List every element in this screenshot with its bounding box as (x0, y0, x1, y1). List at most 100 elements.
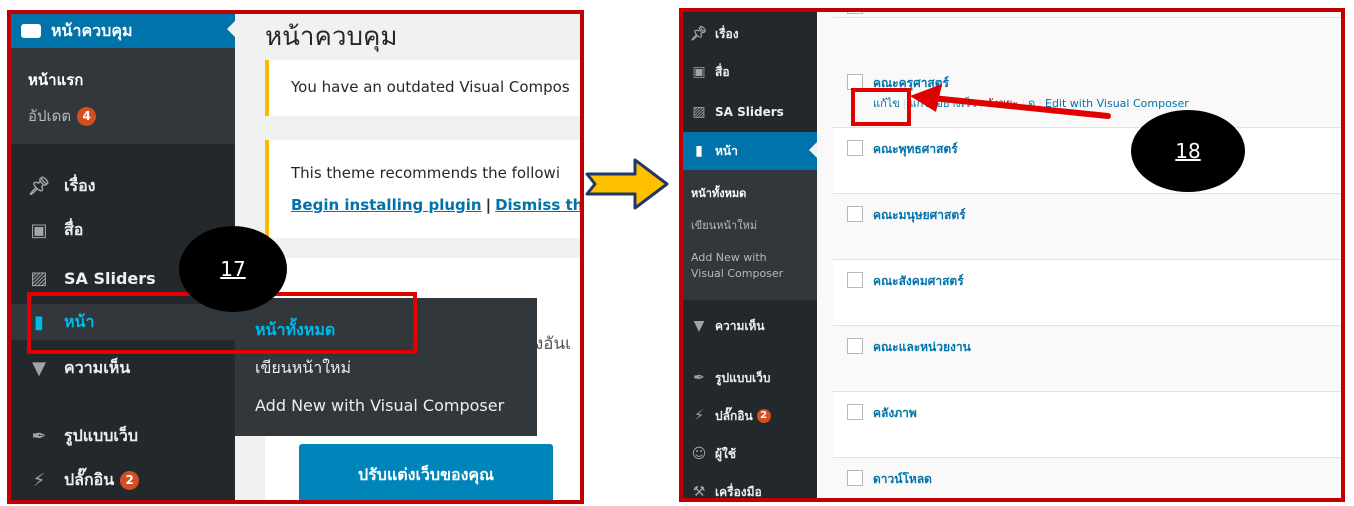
menu-media-label: สื่อ (715, 64, 730, 79)
dashboard-submenu: หน้าแรก อัปเดต 4 (11, 48, 235, 144)
row-checkbox[interactable] (847, 470, 863, 486)
submenu-home[interactable]: หน้าแรก (28, 68, 83, 92)
notice-link-separator: | (485, 196, 492, 214)
plugin-icon: ⚡︎ (694, 408, 704, 424)
media-icon: ▣ (30, 219, 48, 241)
menu-plugins-right[interactable]: ⚡︎ ปลั๊กอิน 2 (683, 398, 817, 434)
step-callout-18: 18 (1131, 110, 1245, 192)
updates-count-badge: 4 (77, 106, 97, 126)
page-title-link[interactable]: คณะสังคมศาสตร์ (873, 272, 964, 291)
highlight-box-edit (851, 88, 911, 126)
menu-users-label: ผู้ใช้ (715, 446, 737, 461)
row-checkbox[interactable] (847, 338, 863, 354)
dismiss-notice-link[interactable]: Dismiss this (495, 196, 580, 214)
menu-pages-right[interactable]: ▮ หน้า (683, 132, 817, 170)
pointer-arrow-icon (910, 84, 1111, 119)
menu-plugins-label: ปลั๊กอิน (715, 408, 753, 423)
menu-media-right[interactable]: ▣ สื่อ (683, 54, 817, 90)
menu-media-label: สื่อ (64, 219, 84, 239)
pin-icon: 📌︎ (27, 175, 51, 197)
customize-site-button[interactable]: ปรับแต่งเว็บของคุณ (299, 444, 553, 500)
slider-icon: ▨ (30, 267, 48, 289)
submenu-add-new-vc-line1: Add New with (691, 251, 767, 264)
plugins-count-badge: 2 (120, 470, 140, 490)
page-title-link[interactable]: คณะและหน่วยงาน (873, 338, 971, 357)
menu-comments-right[interactable]: ▼ ความเห็น (683, 308, 817, 344)
menu-dashboard[interactable]: หน้าควบคุม (11, 14, 236, 48)
plugins-count-badge: 2 (756, 409, 771, 423)
menu-tools-right[interactable]: ⚒ เครื่องมือ (683, 474, 817, 500)
comment-icon: ▼ (32, 357, 46, 379)
menu-pages-label: หน้า (715, 143, 738, 158)
menu-appearance-label: รูปแบบเว็บ (64, 425, 138, 445)
pin-icon: 📌︎ (690, 26, 708, 42)
left-screenshot: หน้าควบคุม หน้าแรก อัปเดต 4 📌︎ เรื่อง ▣ … (7, 10, 584, 504)
page-title-link[interactable]: คณะพุทธศาสตร์ (873, 140, 958, 159)
welcome-subtitle: งอันเ (535, 334, 571, 354)
table-row: คณะมนุษยศาสตร์ (833, 194, 1341, 260)
submenu-updates[interactable]: อัปเดต 4 (28, 104, 97, 128)
row-checkbox[interactable] (847, 140, 863, 156)
right-screenshot: 📌︎ เรื่อง ▣ สื่อ ▨ SA Sliders ▮ หน้า หน้… (679, 8, 1345, 502)
comment-icon: ▼ (693, 318, 705, 334)
row-checkbox[interactable] (847, 404, 863, 420)
next-step-arrow-icon (585, 158, 669, 210)
submenu-add-new-vc-line2: Visual Composer (691, 267, 784, 280)
begin-installing-link[interactable]: Begin installing plugin (291, 196, 482, 214)
menu-tools-label: เครื่องมือ (715, 484, 762, 499)
menu-users-right[interactable]: ☺ ผู้ใช้ (683, 436, 817, 472)
user-icon: ☺ (691, 446, 707, 462)
page-title: หน้าควบคุม (265, 22, 398, 52)
menu-comments-label: ความเห็น (715, 318, 765, 333)
step-callout-17: 17 (179, 226, 287, 312)
menu-sa-sliders-label: SA Sliders (715, 105, 784, 119)
menu-posts-label: เรื่อง (64, 175, 96, 195)
flyout-add-new-vc[interactable]: Add New with Visual Composer (255, 396, 504, 415)
pages-submenu: หน้าทั้งหมด เขียนหน้าใหม่ Add New with V… (683, 170, 817, 300)
menu-comments[interactable]: ▼ ความเห็น (11, 350, 235, 386)
brush-icon: ✒ (31, 425, 47, 447)
dashboard-icon (21, 24, 41, 38)
row-checkbox[interactable] (847, 272, 863, 288)
page-title-link[interactable]: ดาวน์โหลด (873, 470, 932, 489)
menu-plugins-label: ปลั๊กอิน (64, 469, 115, 489)
submenu-add-new-vc[interactable]: Add New with Visual Composer (691, 250, 783, 282)
submenu-all-pages[interactable]: หน้าทั้งหมด (691, 186, 746, 202)
menu-sa-sliders-label: SA Sliders (64, 268, 156, 288)
menu-appearance-label: รูปแบบเว็บ (715, 370, 771, 385)
table-row: คณะสังคมศาสตร์ (833, 260, 1341, 326)
submenu-updates-label: อัปเดต (28, 107, 72, 125)
media-icon: ▣ (692, 64, 706, 80)
brush-icon: ✒ (693, 370, 705, 386)
menu-dashboard-label: หน้าควบคุม (51, 20, 133, 40)
theme-notice-text: This theme recommends the followi (291, 164, 560, 182)
menu-posts-right[interactable]: 📌︎ เรื่อง (683, 16, 817, 52)
menu-comments-label: ความเห็น (64, 357, 131, 377)
current-menu-notch (809, 142, 817, 158)
menu-posts-label: เรื่อง (715, 26, 739, 41)
row-checkbox[interactable] (847, 206, 863, 222)
page-icon: ▮ (695, 143, 703, 159)
menu-appearance[interactable]: ✒ รูปแบบเว็บ (11, 418, 235, 454)
table-row: คณะและหน่วยงาน (833, 326, 1341, 392)
plugin-icon: ⚡︎ (32, 469, 46, 491)
admin-sidebar-right: 📌︎ เรื่อง ▣ สื่อ ▨ SA Sliders ▮ หน้า หน้… (683, 12, 817, 498)
wrench-icon: ⚒ (692, 484, 706, 500)
page-title-link[interactable]: คลังภาพ (873, 404, 917, 423)
vc-outdated-notice: You have an outdated Visual Compos (265, 60, 580, 116)
table-row: ดาวน์โหลด (833, 458, 1341, 498)
row-checkbox[interactable] (847, 12, 863, 14)
page-title-link[interactable]: คณะมนุษยศาสตร์ (873, 206, 966, 225)
menu-sa-sliders-right[interactable]: ▨ SA Sliders (683, 94, 817, 130)
notice-links: Begin installing plugin|Dismiss this (291, 196, 580, 214)
menu-appearance-right[interactable]: ✒ รูปแบบเว็บ (683, 360, 817, 396)
table-row (833, 12, 1341, 18)
menu-plugins[interactable]: ⚡︎ ปลั๊กอิน 2 (11, 462, 235, 498)
submenu-add-new[interactable]: เขียนหน้าใหม่ (691, 218, 757, 234)
flyout-add-new[interactable]: เขียนหน้าใหม่ (255, 356, 351, 381)
table-row: คลังภาพ (833, 392, 1341, 458)
theme-plugin-notice: This theme recommends the followi Begin … (265, 140, 580, 238)
menu-posts[interactable]: 📌︎ เรื่อง (11, 168, 235, 204)
slider-icon: ▨ (692, 104, 706, 120)
table-row: คณะพุทธศาสตร์ (833, 128, 1341, 194)
